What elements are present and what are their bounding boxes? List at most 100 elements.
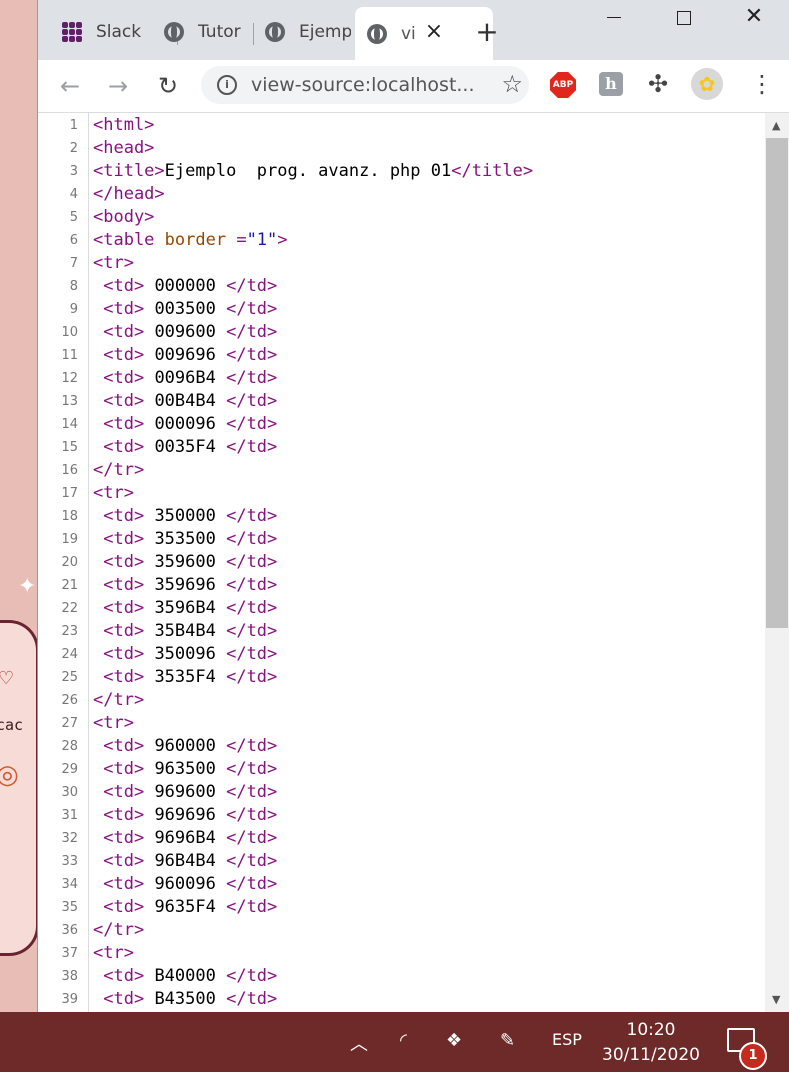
source-line: 5 <body> [38, 206, 765, 229]
line-number: 3 [69, 164, 78, 179]
line-number: 22 [61, 601, 78, 616]
line-code: <td> 000096 </td> [93, 413, 277, 436]
minimize-button[interactable] [580, 2, 648, 32]
line-code: <td> 960096 </td> [93, 873, 277, 896]
line-number: 7 [69, 256, 78, 271]
line-number: 10 [61, 325, 78, 340]
wifi-icon[interactable]: ◜ [400, 1030, 407, 1051]
line-code: </head> [93, 183, 165, 206]
line-number: 26 [61, 693, 78, 708]
code-token: <td> [103, 759, 145, 779]
line-number: 6 [69, 233, 78, 248]
adblock-extension-icon[interactable]: ABP [550, 72, 576, 98]
source-line: 2 <head> [38, 137, 765, 160]
line-number: 38 [61, 969, 78, 984]
reload-button[interactable]: ↻ [150, 68, 186, 104]
input-language-indicator[interactable]: ESP [552, 1030, 582, 1049]
line-code: <td> 000000 </td> [93, 275, 277, 298]
back-button[interactable]: ← [52, 68, 88, 104]
code-token: 00B4B4 [144, 391, 227, 411]
line-code: <title>Ejemplo prog. avanz. php 01</titl… [93, 160, 533, 183]
maximize-icon [677, 10, 691, 25]
forward-button[interactable]: → [100, 68, 136, 104]
line-number: 34 [61, 877, 78, 892]
scrollbar-thumb[interactable] [766, 138, 788, 628]
code-token: 960000 [144, 736, 227, 756]
code-token: </td> [226, 575, 278, 595]
source-line: 34 <td> 960096 </td> [38, 873, 765, 896]
line-code: <td> 009696 </td> [93, 344, 277, 367]
extensions-puzzle-icon[interactable]: ✣ [648, 70, 668, 98]
code-token: 9635F4 [144, 897, 227, 917]
line-code: </tr> [93, 689, 144, 712]
close-tab-icon[interactable]: × [421, 19, 447, 45]
line-code: <td> 9635F4 </td> [93, 896, 277, 919]
show-hidden-icons-chevron-icon[interactable]: ︿ [350, 1030, 368, 1056]
source-line: 20 <td> 359600 </td> [38, 551, 765, 574]
code-token: <td> [103, 368, 145, 388]
code-token: </td> [226, 414, 278, 434]
tab-slack[interactable]: Slack [62, 17, 178, 47]
source-line: 26 </tr> [38, 689, 765, 712]
vertical-scrollbar[interactable]: ▲ ▼ [765, 113, 789, 1012]
line-number: 20 [61, 555, 78, 570]
code-token: <td> [103, 575, 145, 595]
code-token: <td> [103, 345, 145, 365]
source-line: 36 </tr> [38, 919, 765, 942]
code-token: </td> [226, 276, 278, 296]
scroll-down-arrow-icon[interactable]: ▼ [772, 993, 780, 1006]
honey-extension-icon[interactable]: h [599, 72, 623, 96]
code-token: 0035F4 [144, 437, 227, 457]
dropbox-icon[interactable]: ❖ [446, 1030, 462, 1051]
source-view[interactable]: 1 <html> 2 <head> 3 <title>Ejemplo prog. avan… [38, 113, 765, 1012]
bookmark-star-icon[interactable]: ☆ [501, 70, 523, 98]
source-line: 29 <td> 963500 </td> [38, 758, 765, 781]
maximize-button[interactable] [650, 2, 718, 32]
info-icon[interactable]: i [217, 75, 237, 95]
line-number: 9 [69, 302, 78, 317]
code-token: 9696B4 [144, 828, 227, 848]
tab-ejemplo[interactable]: Ejemp [265, 17, 351, 47]
code-token: 000096 [144, 414, 227, 434]
heart-icon: ♡ [0, 668, 15, 689]
code-token: 003500 [144, 299, 227, 319]
code-token: 000000 [144, 276, 227, 296]
new-tab-button[interactable]: + [470, 16, 504, 48]
tab-title: vi [401, 24, 416, 44]
more-menu-icon[interactable]: ⋮ [750, 70, 774, 98]
code-token: "1" [246, 230, 278, 250]
address-bar[interactable]: i view-source:localhost... ☆ [201, 66, 529, 104]
code-token: <td> [103, 644, 145, 664]
url-text[interactable]: view-source:localhost... [251, 74, 475, 96]
system-clock[interactable]: 10:20 30/11/2020 [596, 1018, 706, 1068]
code-token: </title> [451, 161, 534, 181]
code-token: 963500 [144, 759, 227, 779]
profile-avatar[interactable]: ✿ [691, 68, 723, 100]
tab-tutor[interactable]: Tutor [164, 17, 254, 47]
code-token: </tr> [93, 460, 145, 480]
line-code: </tr> [93, 919, 144, 942]
source-line: 18 <td> 350000 </td> [38, 505, 765, 528]
code-token: 969600 [144, 782, 227, 802]
minimize-icon [607, 17, 621, 18]
line-code: <td> 0096B4 </td> [93, 367, 277, 390]
code-token: 3596B4 [144, 598, 227, 618]
source-line: 24 <td> 350096 </td> [38, 643, 765, 666]
line-code: <td> 960000 </td> [93, 735, 277, 758]
pen-icon[interactable]: ✎ [500, 1030, 515, 1051]
close-window-button[interactable]: ✕ [720, 2, 788, 32]
clock-time: 10:20 [626, 1020, 676, 1040]
line-code: <td> 3535F4 </td> [93, 666, 277, 689]
line-number: 15 [61, 440, 78, 455]
line-number: 27 [61, 716, 78, 731]
line-number: 36 [61, 923, 78, 938]
line-number: 8 [69, 279, 78, 294]
code-token: <td> [103, 391, 145, 411]
scroll-up-arrow-icon[interactable]: ▲ [772, 119, 780, 132]
code-token: <td> [103, 621, 145, 641]
